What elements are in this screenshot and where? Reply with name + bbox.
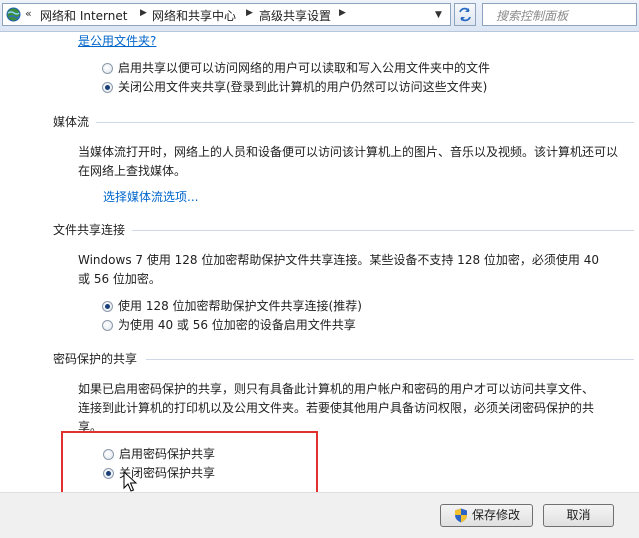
file-sharing-description: Windows 7 使用 128 位加密帮助保护文件共享连接。某些设备不支持 1… [78,253,599,286]
breadcrumb-network-sharing-center[interactable]: 网络和共享中心 [152,7,236,24]
radio-public-folder-on-label[interactable]: 启用共享以便可以访问网络的用户可以读取和写入公用文件夹中的文件 [118,59,490,76]
save-button-label: 保存修改 [472,508,521,522]
breadcrumb-arrow-icon[interactable]: ▶ [246,8,253,18]
media-streaming-heading: 媒体流 [53,115,90,129]
password-sharing-description: 如果已启用密码保护的共享，则只有具备此计算机的用户帐户和密码的用户才可以访问共享… [78,382,595,434]
save-button[interactable]: 保存修改 [440,504,533,527]
public-folder-help-link[interactable]: 是公用文件夹? [78,32,156,49]
chevron-left-icon[interactable]: « [25,7,32,20]
cancel-button-label: 取消 [566,508,591,522]
cancel-button[interactable]: 取消 [543,504,614,527]
radio-40-56-bit-encryption[interactable] [102,320,113,331]
radio-public-folder-off[interactable] [102,82,113,93]
media-streaming-description: 当媒体流打开时，网络上的人员和设备便可以访问该计算机上的图片、音乐以及视频。该计… [78,145,619,178]
search-placeholder: 搜索控制面板 [496,9,569,23]
address-toolbar: « 网络和 Internet ▶ 网络和共享中心 ▶ 高级共享设置 ▶ ▼ 搜索… [0,0,639,32]
radio-128-bit-encryption[interactable] [102,301,113,312]
search-input[interactable]: 搜索控制面板 [482,3,637,26]
section-divider [146,359,634,360]
mouse-pointer-icon [123,471,137,492]
network-icon [6,7,21,22]
highlight-box [61,431,318,495]
refresh-button[interactable] [454,3,476,26]
radio-40-56-bit-encryption-label[interactable]: 为使用 40 或 56 位加密的设备启用文件共享 [118,316,356,333]
refresh-icon [459,7,471,22]
radio-128-bit-encryption-label[interactable]: 使用 128 位加密帮助保护文件共享连接(推荐) [118,297,362,314]
file-sharing-heading: 文件共享连接 [53,223,126,237]
breadcrumb-arrow-icon[interactable]: ▶ [339,8,346,18]
chevron-down-icon[interactable]: ▼ [435,10,442,20]
radio-public-folder-off-label[interactable]: 关闭公用文件夹共享(登录到此计算机的用户仍然可以访问这些文件夹) [118,78,487,95]
breadcrumb-network-internet[interactable]: 网络和 Internet [40,7,127,24]
uac-shield-icon [455,508,467,523]
password-sharing-heading: 密码保护的共享 [53,352,138,366]
radio-public-folder-on[interactable] [102,63,113,74]
breadcrumb-arrow-icon[interactable]: ▶ [140,8,147,18]
media-streaming-options-link[interactable]: 选择媒体流选项... [103,188,198,205]
section-divider [132,230,634,231]
address-bar[interactable]: « 网络和 Internet ▶ 网络和共享中心 ▶ 高级共享设置 ▶ ▼ [2,3,451,26]
breadcrumb-advanced-sharing[interactable]: 高级共享设置 [259,7,331,24]
dialog-footer: 保存修改 取消 [0,492,639,538]
section-divider [96,122,634,123]
